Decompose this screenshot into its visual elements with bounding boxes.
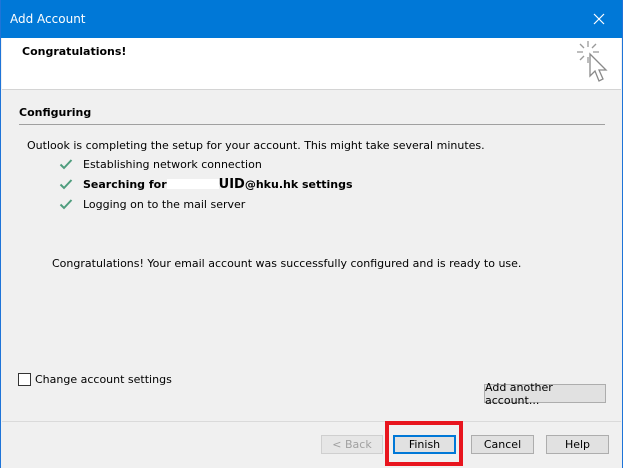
step-searching: Searching for UID @hku.hk settings [59, 176, 353, 192]
cursor-sparkle-icon [577, 41, 608, 82]
success-message: Congratulations! Your email account was … [52, 257, 522, 270]
change-settings-checkbox[interactable]: Change account settings [18, 373, 172, 386]
help-button[interactable]: Help [546, 435, 609, 454]
check-icon [59, 159, 73, 170]
finish-button[interactable]: Finish [393, 435, 456, 454]
header-heading: Congratulations! [22, 45, 127, 58]
configuring-intro: Outlook is completing the setup for your… [27, 139, 485, 152]
redacted-area [166, 179, 219, 189]
step-logon: Logging on to the mail server [59, 197, 245, 211]
title-bar: Add Account [1, 0, 622, 38]
header-panel: Congratulations! [2, 38, 621, 90]
add-another-account-button[interactable]: Add another account... [484, 381, 606, 407]
check-icon [59, 179, 73, 190]
add-account-dialog: Add Account Congratulations! Configuring… [0, 0, 623, 468]
check-icon [59, 199, 73, 210]
change-settings-label: Change account settings [35, 373, 172, 386]
close-button[interactable] [576, 0, 622, 38]
step-network: Establishing network connection [59, 157, 262, 171]
close-icon [593, 13, 605, 25]
step-label-suffix: @hku.hk settings [244, 177, 353, 191]
configuring-title: Configuring [19, 106, 92, 119]
checkbox-box[interactable] [18, 373, 31, 386]
section-divider [19, 124, 605, 125]
step-label: Logging on to the mail server [83, 197, 246, 211]
back-button[interactable]: < Back [321, 435, 383, 454]
cancel-button[interactable]: Cancel [471, 435, 534, 454]
step-uid: UID [218, 176, 245, 192]
footer-divider [2, 421, 621, 422]
step-label-prefix: Searching for [83, 177, 167, 191]
step-label: Establishing network connection [83, 157, 262, 171]
window-title: Add Account [10, 12, 86, 26]
